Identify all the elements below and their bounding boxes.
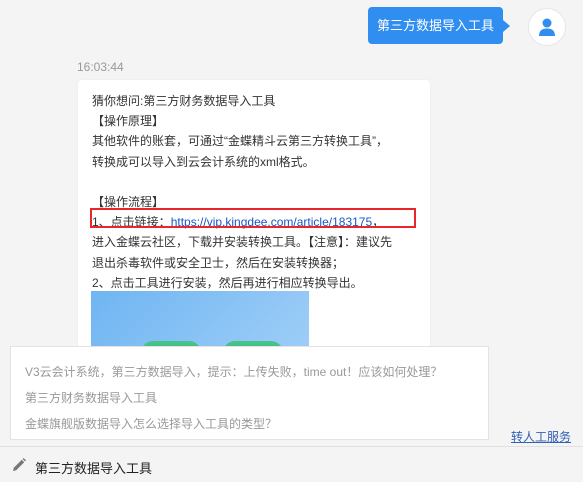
bot-reply-text: 猜你想问:第三方财务数据导入工具 【操作原理】 其他软件的账套，可通过“金蝶精斗…: [92, 91, 422, 293]
user-message-text: 第三方数据导入工具: [376, 18, 494, 33]
suggestion-panel: V3云会计系统，第三方数据导入，提示：上传失败，time out！应该如何处理？…: [10, 346, 489, 440]
message-input[interactable]: 第三方数据导入工具: [35, 458, 152, 477]
reply-blank-line: [92, 172, 422, 192]
suggestion-item[interactable]: V3云会计系统，第三方数据导入，提示：上传失败，time out！应该如何处理？: [25, 363, 442, 380]
reply-line: 2、点击工具进行安装，然后再进行相应转换导出。: [92, 275, 363, 290]
reply-line: 猜你想问:第三方财务数据导入工具: [92, 94, 276, 108]
suggestion-item[interactable]: 第三方财务数据导入工具: [25, 389, 157, 406]
link-highlight-box: [90, 208, 416, 228]
message-timestamp: 16:03:44: [77, 60, 124, 74]
reply-line: 【操作原理】: [92, 114, 165, 129]
reply-line: 进入金蝶云社区，下载并安装转换工具。【注意】：建议先: [92, 235, 393, 250]
suggestion-item[interactable]: 金蝶旗舰版数据导入怎么选择导入工具的类型？: [25, 415, 277, 432]
pencil-icon: [13, 458, 26, 471]
user-avatar-icon[interactable]: [528, 8, 566, 46]
user-avatar-svg: [539, 18, 555, 36]
reply-line: 其他软件的账套，可通过“金蝶精斗云第三方转换工具”，: [92, 134, 388, 149]
bot-reply-card: 猜你想问:第三方财务数据导入工具 【操作原理】 其他软件的账套，可通过“金蝶精斗…: [78, 80, 430, 380]
input-divider: [0, 446, 583, 447]
reply-line: 退出杀毒软件或安全卫士，然后在安装转换器；: [92, 255, 345, 270]
transfer-to-agent-link[interactable]: 转人工服务: [511, 428, 571, 445]
reply-line: 转换成可以导入到云会计系统的xml格式。: [92, 154, 315, 169]
user-message-bubble: 第三方数据导入工具: [368, 7, 510, 44]
